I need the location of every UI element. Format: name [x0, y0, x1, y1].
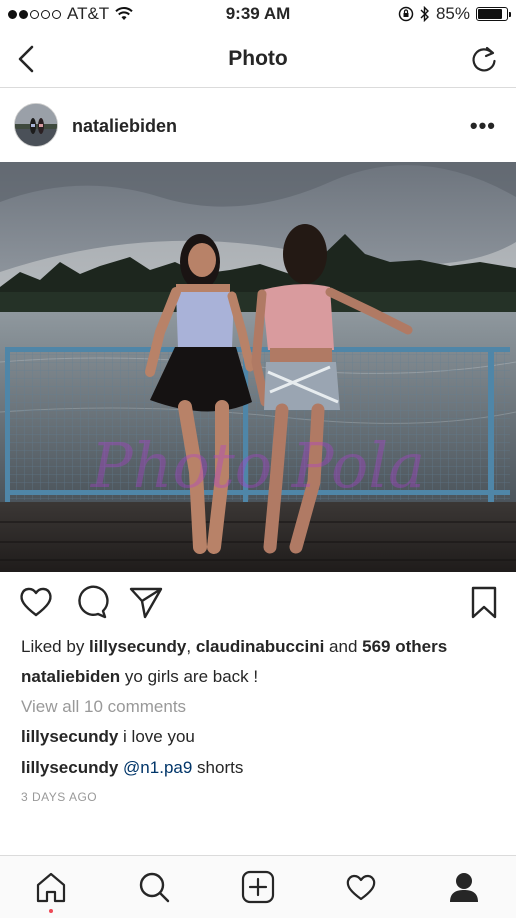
likes-separator: , — [186, 637, 196, 656]
send-icon[interactable] — [128, 584, 164, 620]
photo-watermark: Photo Pola — [90, 429, 425, 502]
likes-prefix: Liked by — [21, 637, 90, 656]
post-photo[interactable]: Photo Pola — [0, 162, 516, 572]
rotation-lock-icon — [398, 6, 414, 22]
add-icon[interactable] — [241, 870, 275, 904]
post-timestamp: 3 DAYS AGO — [21, 790, 98, 804]
post-actions — [0, 584, 516, 628]
post-header: nataliebiden ••• — [0, 89, 516, 162]
battery-percent: 85% — [435, 4, 470, 23]
post-username[interactable]: nataliebiden — [72, 116, 177, 137]
comment-item: lillysecundy @n1.pa9 shorts — [21, 753, 501, 783]
search-icon[interactable] — [137, 870, 171, 904]
nav-bar: Photo — [0, 30, 516, 88]
home-icon[interactable] — [34, 870, 68, 904]
status-bar: AT&T 9:39 AM 85% — [0, 0, 516, 30]
liker-link[interactable]: lillysecundy — [89, 637, 186, 656]
post-caption: nataliebiden yo girls are back ! — [21, 662, 501, 692]
refresh-icon[interactable] — [470, 44, 498, 74]
activity-heart-icon[interactable] — [344, 870, 378, 904]
comment-username[interactable]: lillysecundy — [21, 758, 118, 777]
comment-mention[interactable]: @n1.pa9 — [118, 758, 192, 777]
likes-line: Liked by lillysecundy, claudinabuccini a… — [21, 632, 501, 662]
comment-text: shorts — [192, 758, 244, 777]
more-options-icon[interactable]: ••• — [470, 113, 496, 139]
heart-icon[interactable] — [18, 584, 54, 620]
profile-icon[interactable] — [447, 870, 481, 904]
comment-item: lillysecundy i love you — [21, 722, 501, 752]
likes-others-link[interactable]: 569 others — [362, 637, 447, 656]
tab-bar — [0, 855, 516, 918]
likes-and: and — [324, 637, 363, 656]
comment-text: i love you — [118, 727, 195, 746]
page-title: Photo — [228, 47, 288, 70]
bookmark-icon[interactable] — [468, 584, 500, 620]
battery-icon — [476, 7, 511, 21]
liker-link[interactable]: claudinabuccini — [196, 637, 324, 656]
bluetooth-icon — [420, 6, 429, 22]
status-right: 85% — [398, 4, 511, 24]
view-all-comments-link[interactable]: View all 10 comments — [21, 692, 501, 722]
caption-text: yo girls are back ! — [120, 667, 259, 686]
avatar[interactable] — [14, 103, 58, 147]
caption-username[interactable]: nataliebiden — [21, 667, 120, 686]
comment-icon[interactable] — [73, 584, 109, 620]
notification-dot — [49, 909, 53, 913]
comment-username[interactable]: lillysecundy — [21, 727, 118, 746]
